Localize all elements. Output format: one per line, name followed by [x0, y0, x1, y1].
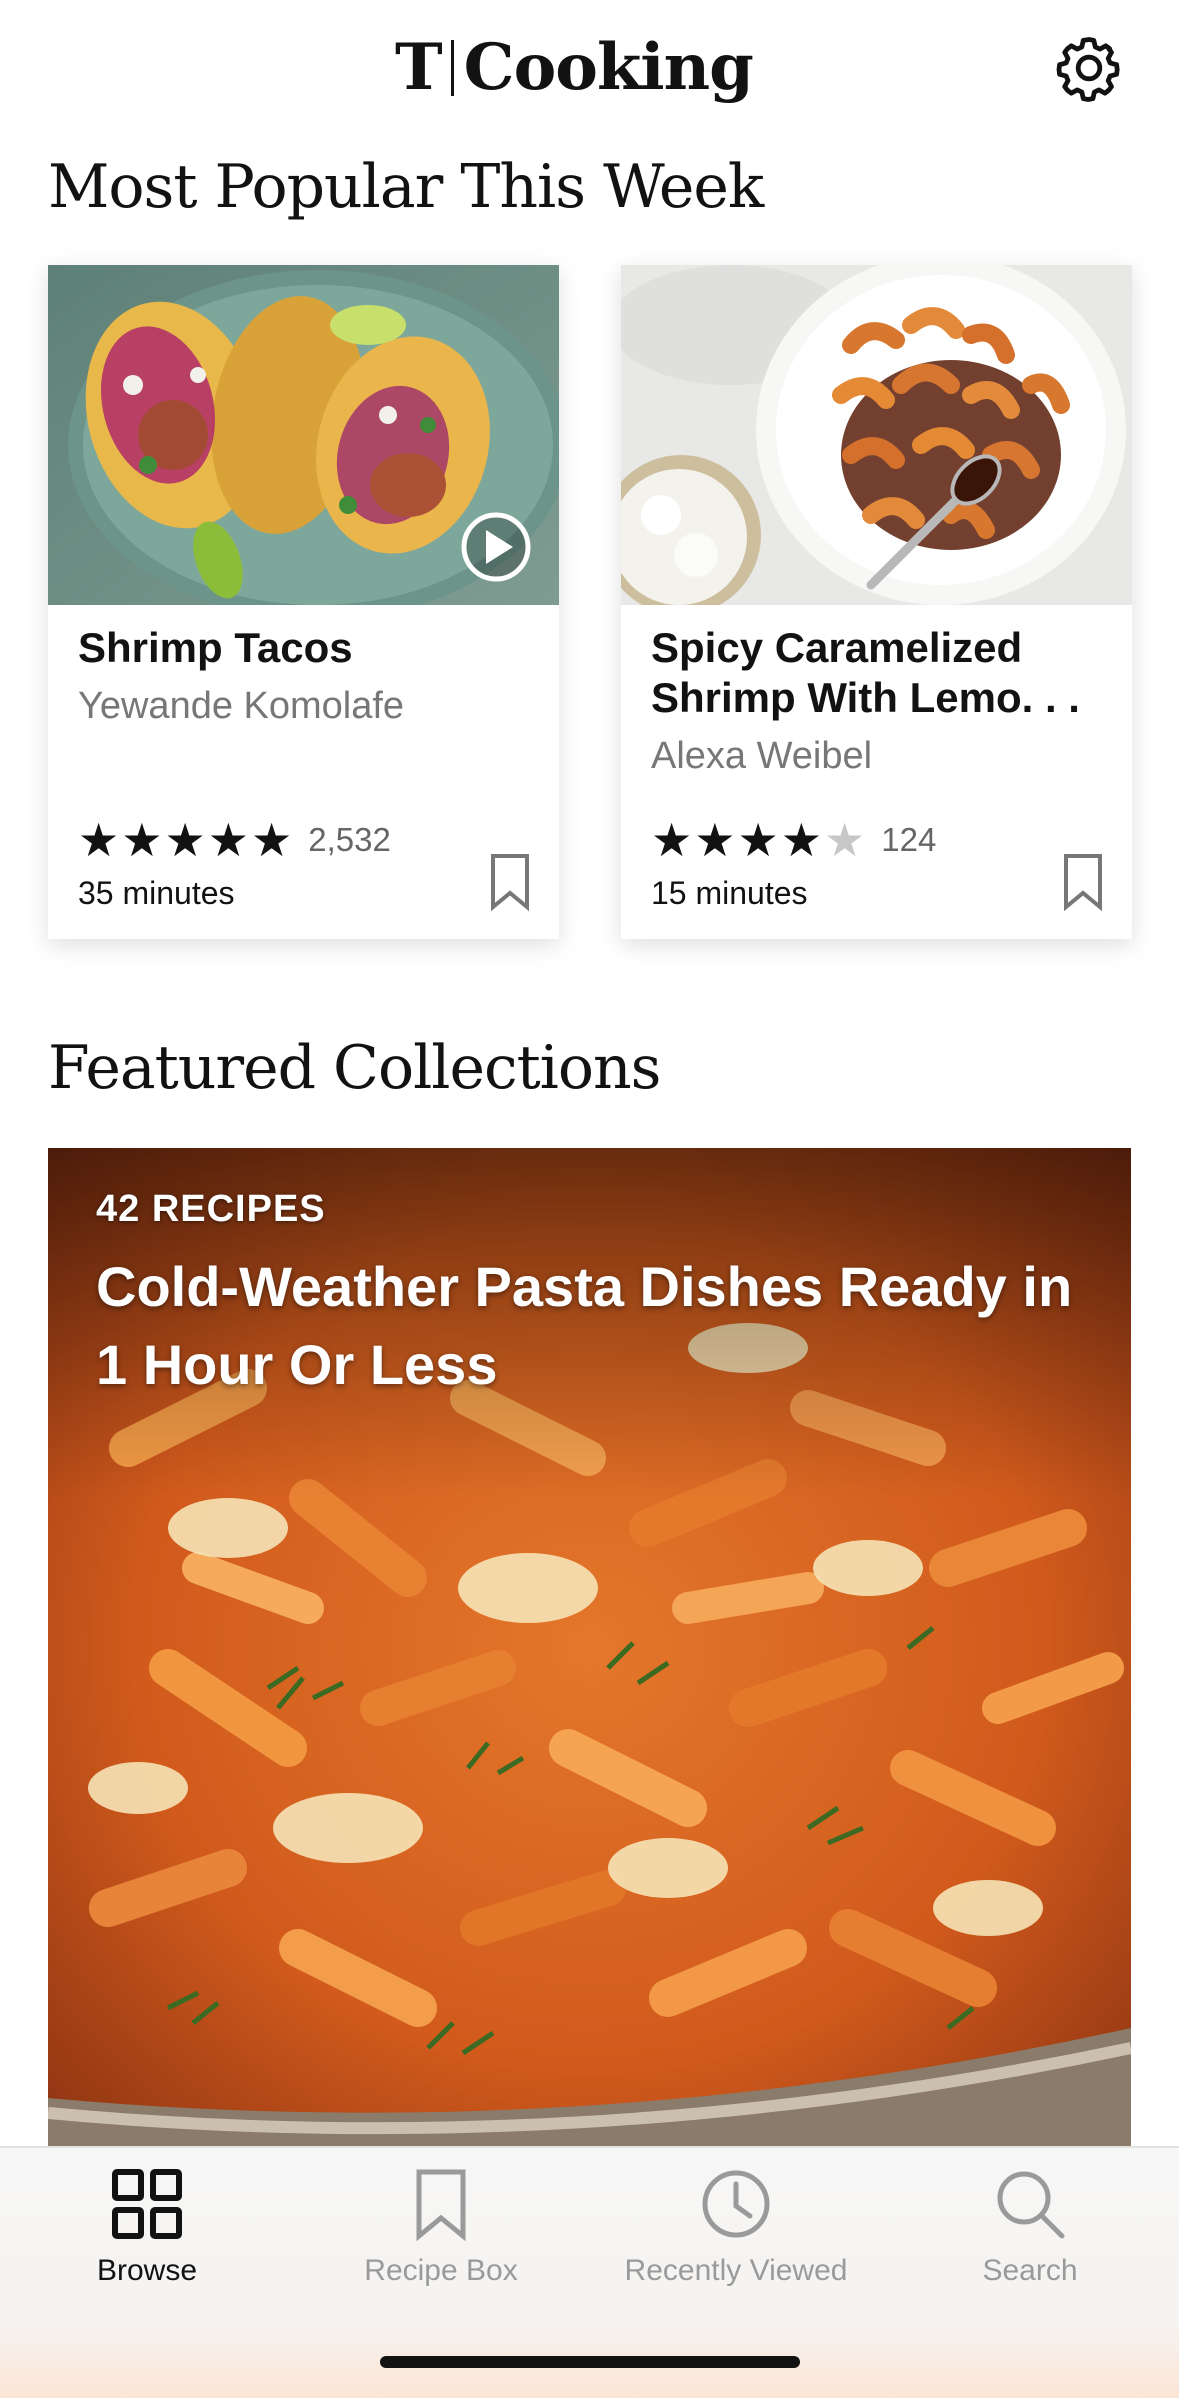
recipe-author: Alexa Weibel	[651, 735, 873, 777]
bookmark-icon[interactable]	[490, 853, 530, 911]
gear-icon[interactable]	[1053, 32, 1125, 104]
star-icon: ★	[164, 813, 206, 867]
tab-label: Search	[982, 2254, 1078, 2287]
recipe-title: Spicy Caramelized Shrimp With Lemo. . .	[651, 624, 1080, 721]
section-title-featured: Featured Collections	[48, 1033, 661, 1103]
star-icon: ★	[121, 813, 163, 867]
collection-recipe-count: 42 RECIPES	[96, 1188, 326, 1230]
tab-label: Browse	[96, 2254, 198, 2287]
star-icon: ★	[737, 813, 779, 867]
tab-recently-viewed[interactable]: Recently Viewed	[589, 2148, 883, 2348]
tab-recipe-box[interactable]: Recipe Box	[294, 2148, 588, 2348]
bookmark-icon	[416, 2169, 466, 2242]
recipe-time: 15 minutes	[651, 875, 808, 911]
star-icon: ★	[78, 813, 120, 867]
section-title-popular: Most Popular This Week	[48, 152, 764, 222]
star-icon: ★	[694, 813, 736, 867]
logo-mark: T	[395, 30, 443, 105]
nyt-cooking-logo: T Cooking	[395, 28, 754, 108]
tab-label: Recipe Box	[364, 2254, 518, 2287]
star-rating: ★ ★ ★ ★ ★ 2,532	[78, 817, 391, 863]
star-icon: ★	[651, 813, 693, 867]
collection-title: Cold-Weather Pasta Dishes Ready in 1 Hou…	[96, 1255, 1073, 1396]
star-icon: ★	[780, 813, 822, 867]
recipe-photo-shrimp	[621, 265, 1132, 605]
collection-card[interactable]: 42 RECIPES Cold-Weather Pasta Dishes Rea…	[48, 1148, 1131, 2148]
recipe-title: Shrimp Tacos	[78, 624, 353, 671]
home-indicator[interactable]	[380, 2356, 800, 2368]
tab-browse[interactable]: Browse	[0, 2148, 294, 2348]
logo-divider	[450, 40, 454, 96]
star-icon: ★	[251, 813, 293, 867]
recipe-time: 35 minutes	[78, 875, 235, 911]
search-icon	[997, 2171, 1065, 2239]
star-empty-icon: ★	[824, 813, 866, 867]
grid-icon	[112, 2169, 182, 2239]
clock-icon	[702, 2170, 770, 2238]
logo-wordmark: Cooking	[463, 30, 754, 105]
star-rating: ★ ★ ★ ★ ★ 124	[651, 817, 936, 863]
star-icon: ★	[207, 813, 249, 867]
recipe-card-shrimp-tacos[interactable]: Shrimp Tacos Yewande Komolafe ★ ★ ★ ★ ★ …	[48, 265, 559, 939]
recipe-photo-tacos	[48, 265, 559, 605]
app-header: T Cooking	[0, 0, 1179, 135]
bookmark-icon[interactable]	[1063, 853, 1103, 911]
rating-count: 2,532	[308, 821, 391, 858]
tab-label: Recently Viewed	[624, 2254, 848, 2287]
recipe-card-spicy-shrimp[interactable]: Spicy Caramelized Shrimp With Lemo. . . …	[621, 265, 1132, 939]
recipe-author: Yewande Komolafe	[78, 685, 405, 727]
rating-count: 124	[881, 821, 937, 858]
tab-search[interactable]: Search	[883, 2148, 1177, 2348]
